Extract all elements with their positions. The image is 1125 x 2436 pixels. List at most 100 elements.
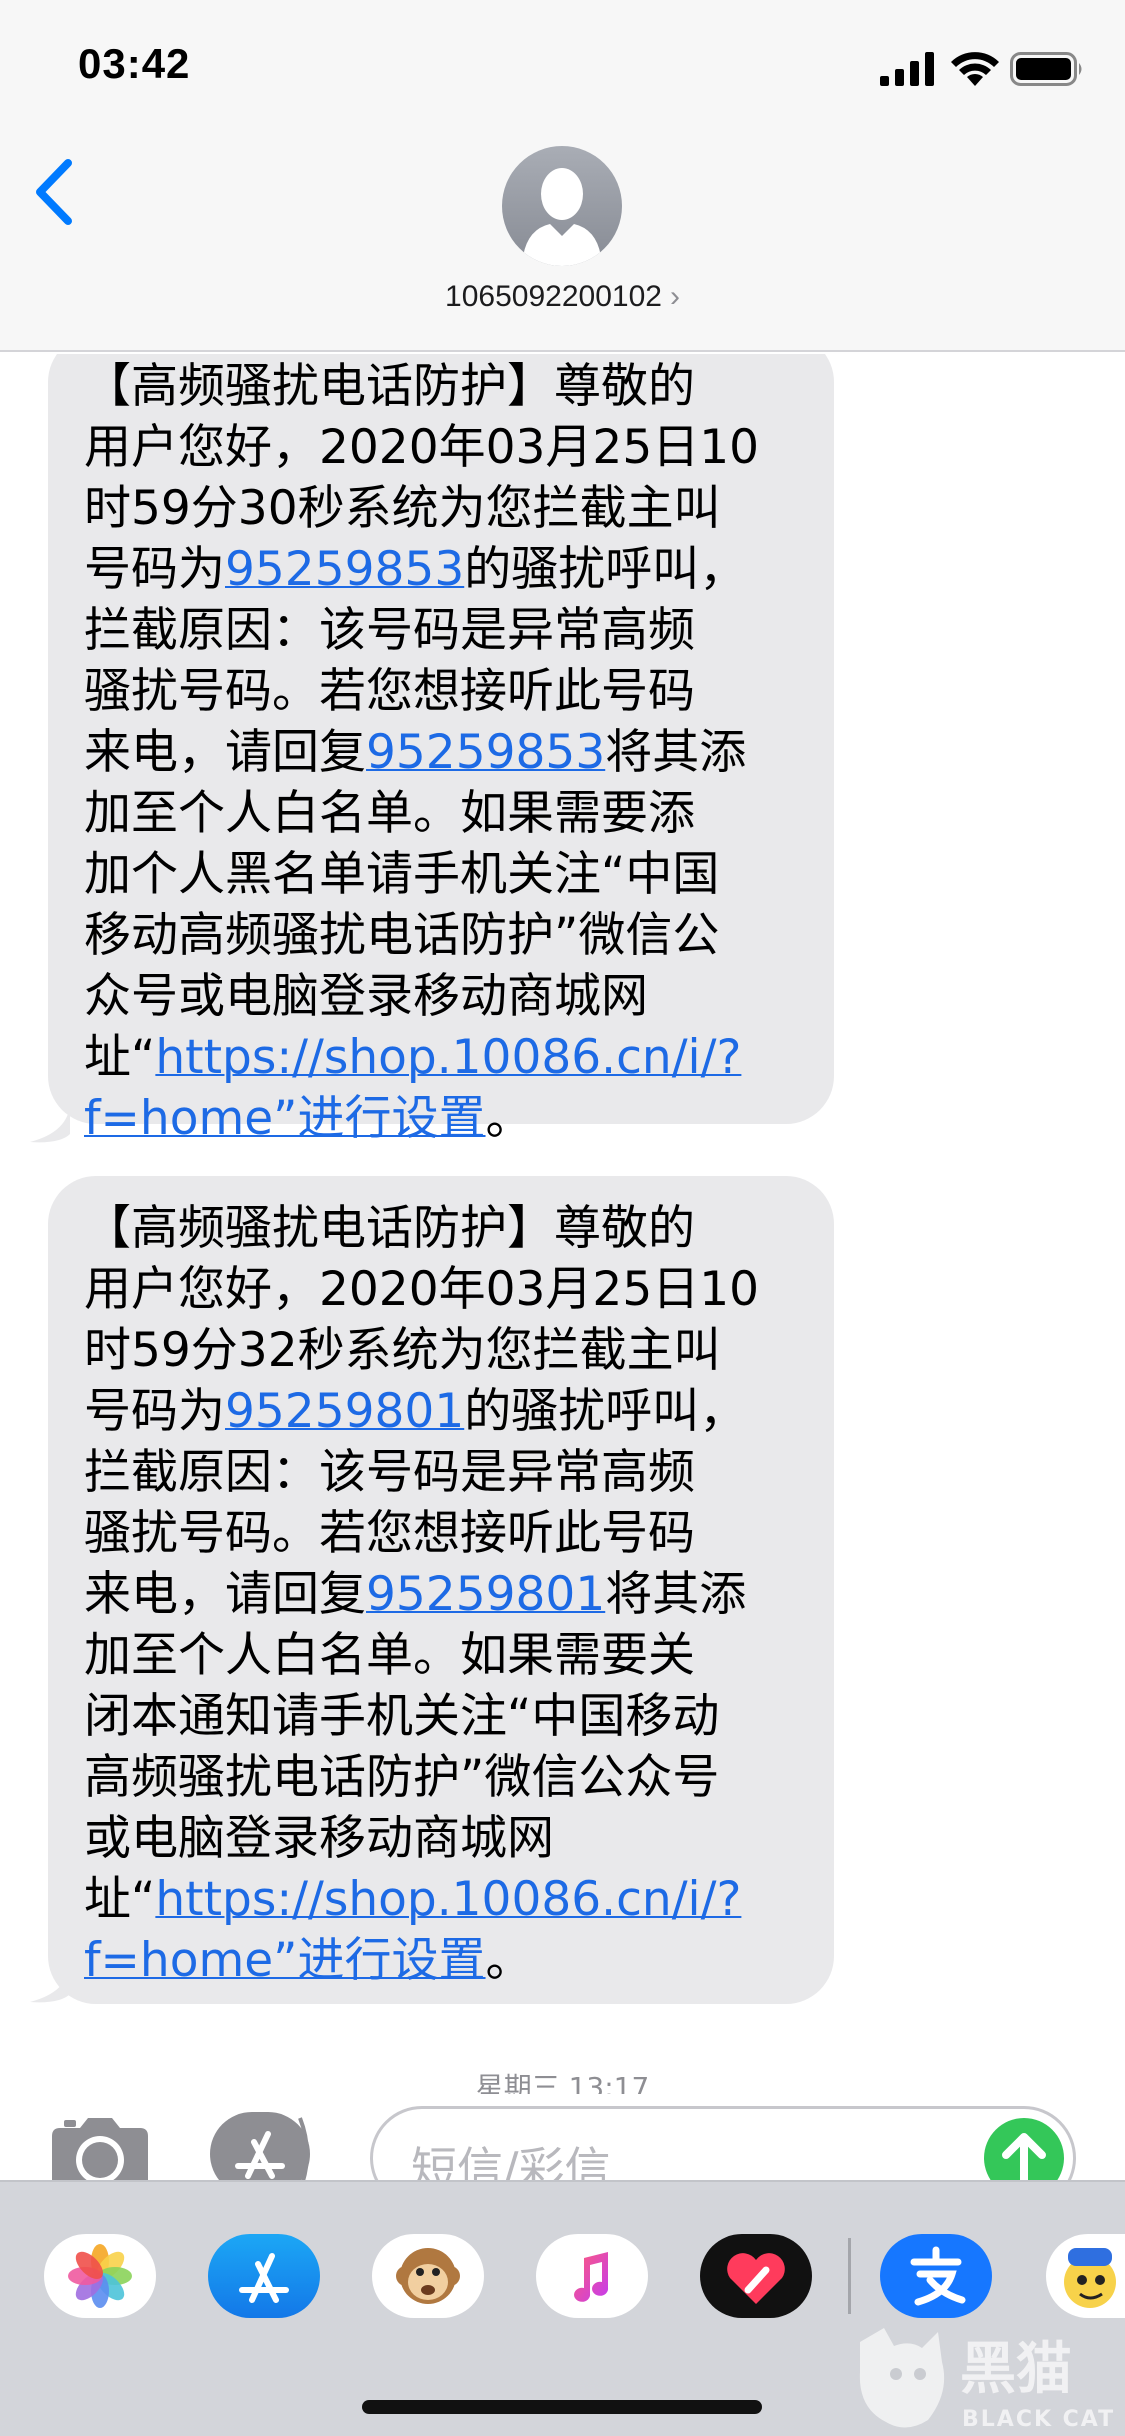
message-line: 址“https://shop.10086.cn/i/? [84, 1869, 800, 1930]
message-text-segment: 骚扰号码。若您想接听此号码 [84, 664, 695, 719]
person-silhouette-icon [522, 168, 602, 266]
message-line: 用户您好，2020年03月25日10 [84, 417, 800, 478]
message-line: 【高频骚扰电话防护】尊敬的 [84, 1198, 800, 1259]
alipay-logo-icon [910, 2246, 966, 2306]
message-line: 众号或电脑登录移动商城网 [84, 966, 800, 1027]
cellular-signal-icon [880, 52, 934, 86]
message-text-segment: 来电，请回复 [84, 725, 366, 780]
message-text-segment: 闭本通知请手机关注“中国移动 [84, 1689, 720, 1744]
message-text: 【高频骚扰电话防护】尊敬的用户您好，2020年03月25日10 时59分30秒系统… [84, 356, 800, 1149]
message-text-segment: 。 [485, 1933, 533, 1988]
message-list[interactable]: 【高频骚扰电话防护】尊敬的 用户您好，2020年03月25日10 时59分30秒系统… [0, 354, 1125, 2094]
message-line: 骚扰号码。若您想接听此号码 [84, 661, 800, 722]
message-line: 闭本通知请手机关注“中国移动 [84, 1686, 800, 1747]
bubble-tail [30, 1964, 70, 2003]
battery-icon [1010, 52, 1082, 86]
alipay-app-icon[interactable] [880, 2234, 992, 2318]
app-store-app-icon[interactable] [208, 2234, 320, 2318]
message-text-segment: 加至个人白名单。如果需要添 [84, 786, 695, 841]
message-text-segment: 【高频骚扰电话防护】尊敬的 [84, 359, 695, 414]
monkey-face-icon [396, 2248, 460, 2304]
music-app-icon[interactable] [536, 2234, 648, 2318]
photos-app-icon[interactable] [44, 2234, 156, 2318]
phone-number-link[interactable]: 95259801 [225, 1384, 464, 1439]
message-bubble[interactable]: 【高频骚扰电话防护】尊敬的 用户您好，2020年03月25日10 时59分32秒系统… [48, 1176, 834, 2004]
message-text-segment: 移动高频骚扰电话防护”微信公 [84, 908, 720, 963]
message-line: f=home”进行设置。 [84, 1088, 800, 1149]
message-text-segment: 将其添 [605, 1567, 747, 1622]
chevron-right-icon: › [669, 280, 680, 313]
message-text-segment: 的骚扰呼叫， [464, 1384, 747, 1439]
message-text-segment: 加个人黑名单请手机关注“中国 [84, 847, 720, 902]
message-text-segment: 的骚扰呼叫， [464, 542, 747, 597]
contact-name: 1065092200102 [445, 280, 662, 313]
message-line: 加至个人白名单。如果需要关 [84, 1625, 800, 1686]
url-link[interactable]: https://shop.10086.cn/i/? [155, 1030, 741, 1085]
back-chevron-icon[interactable] [30, 155, 80, 230]
cartoon-face-icon [1064, 2248, 1116, 2308]
url-link[interactable]: f=home”进行设置 [84, 1091, 486, 1146]
message-line: 拦截原因：该号码是异常高频 [84, 1442, 800, 1503]
home-indicator[interactable] [362, 2400, 762, 2414]
message-text-segment: 号码为 [84, 1384, 225, 1439]
message-line: 号码为95259853的骚扰呼叫， [84, 539, 800, 600]
message-line: 址“https://shop.10086.cn/i/? [84, 1027, 800, 1088]
wifi-icon [951, 52, 999, 86]
message-line: 时59分32秒系统为您拦截主叫 [84, 1320, 800, 1381]
message-line: 【高频骚扰电话防护】尊敬的 [84, 356, 800, 417]
app-store-a-icon [239, 2253, 289, 2303]
phone-number-link[interactable]: 95259853 [366, 725, 605, 780]
phone-number-link[interactable]: 95259801 [366, 1567, 605, 1622]
black-cat-watermark-logo: 黑猫 BLACK CAT [859, 2328, 1115, 2432]
drawer-divider [848, 2238, 851, 2314]
url-link[interactable]: https://shop.10086.cn/i/? [155, 1872, 741, 1927]
status-time: 03:42 [78, 40, 191, 87]
message-text-segment: 。 [485, 1091, 533, 1146]
message-text-segment: 址“ [84, 1030, 156, 1085]
message-text-segment: 加至个人白名单。如果需要关 [84, 1628, 695, 1683]
message-line: 或电脑登录移动商城网 [84, 1808, 800, 1869]
message-line: 来电，请回复95259853将其添 [84, 722, 800, 783]
message-line: 高频骚扰电话防护”微信公众号 [84, 1747, 800, 1808]
heart-icon [727, 2253, 785, 2304]
message-text-segment: 高频骚扰电话防护”微信公众号 [84, 1750, 720, 1805]
phone-number-link[interactable]: 95259853 [225, 542, 464, 597]
bubble-tail [30, 1104, 70, 1143]
message-text-segment: 用户您好，2020年03月25日10 [84, 420, 760, 475]
message-text-segment: 或电脑登录移动商城网 [84, 1811, 554, 1866]
message-line: 骚扰号码。若您想接听此号码 [84, 1503, 800, 1564]
message-line: 来电，请回复95259801将其添 [84, 1564, 800, 1625]
message-line: 时59分30秒系统为您拦截主叫 [84, 478, 800, 539]
contact-name-button[interactable]: 1065092200102 › [0, 280, 1125, 314]
message-line: 用户您好，2020年03月25日10 [84, 1259, 800, 1320]
contact-avatar[interactable] [502, 146, 622, 266]
message-line: 拦截原因：该号码是异常高频 [84, 600, 800, 661]
message-text-segment: 众号或电脑登录移动商城网 [84, 969, 648, 1024]
message-bubble[interactable]: 【高频骚扰电话防护】尊敬的用户您好，2020年03月25日10 时59分30秒系统… [48, 354, 834, 1146]
message-line: f=home”进行设置。 [84, 1930, 800, 1991]
music-note-icon [574, 2252, 609, 2302]
photos-flower-icon [68, 2244, 132, 2308]
watermark-sub: BLACK CAT [962, 2407, 1115, 2432]
message-text-segment: 来电，请回复 [84, 1567, 366, 1622]
watermark-brand: 黑猫 [960, 2337, 1072, 2402]
message-text-segment: 时59分32秒系统为您拦截主叫 [84, 1323, 721, 1378]
message-text-segment: 拦截原因：该号码是异常高频 [84, 1445, 695, 1500]
app-drawer: 黑猫 BLACK CAT [0, 2180, 1125, 2436]
message-text-segment: 拦截原因：该号码是异常高频 [84, 603, 695, 658]
digital-touch-app-icon[interactable] [700, 2234, 812, 2318]
message-line: 移动高频骚扰电话防护”微信公 [84, 905, 800, 966]
message-text-segment: 将其添 [605, 725, 747, 780]
message-text-segment: 【高频骚扰电话防护】尊敬的 [84, 1201, 695, 1256]
message-text: 【高频骚扰电话防护】尊敬的 用户您好，2020年03月25日10 时59分32秒系统… [84, 1198, 800, 1991]
message-text-segment: 骚扰号码。若您想接听此号码 [84, 1506, 695, 1561]
message-line: 加至个人白名单。如果需要添 [84, 783, 800, 844]
message-line: 号码为95259801的骚扰呼叫， [84, 1381, 800, 1442]
conversation-header: 03:42 1065092200102 › [0, 0, 1125, 352]
url-link[interactable]: f=home”进行设置 [84, 1933, 486, 1988]
animoji-app-icon[interactable] [372, 2234, 484, 2318]
sticker-app-icon[interactable] [1046, 2234, 1125, 2318]
message-text-segment: 时59分30秒系统为您拦截主叫 [84, 481, 721, 536]
message-timestamp: 星期三 13:17 [475, 2071, 650, 2094]
message-text-segment: 号码为 [84, 542, 225, 597]
